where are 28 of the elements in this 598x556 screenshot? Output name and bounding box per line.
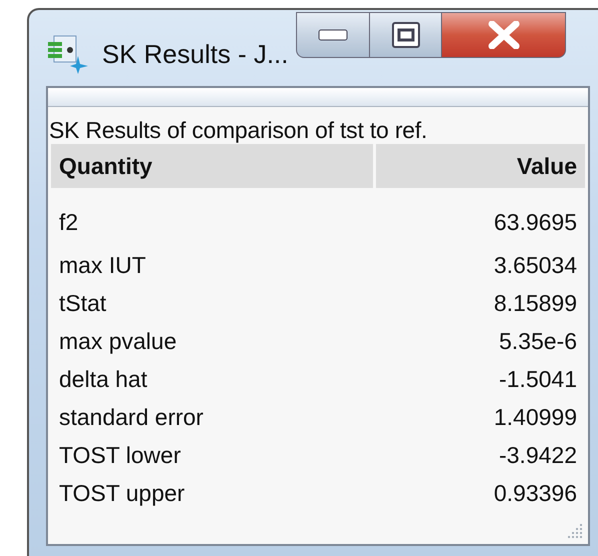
maximize-button[interactable]	[370, 12, 442, 58]
table-cell-text: -3.9422	[498, 440, 578, 470]
table-cell-text: standard error	[58, 402, 204, 432]
column-header: Quantity	[51, 144, 373, 188]
table-cell-text: 63.9695	[492, 208, 578, 236]
table-cell-text: 1.40999	[492, 402, 578, 432]
table-cell-text: 0.93396	[492, 478, 578, 508]
table-cell-text: f2	[58, 208, 80, 236]
close-icon	[486, 21, 521, 49]
minimize-button[interactable]	[296, 12, 370, 58]
table-cell-text: max IUT	[58, 250, 147, 280]
table-cell-text: 5.35e-6	[498, 326, 578, 356]
table-cell-text: max pvalue	[58, 326, 178, 356]
table-cell-text: TOST upper	[58, 478, 186, 508]
table-cell-text: tStat	[58, 288, 108, 318]
table-cell-text: TOST lower	[58, 440, 182, 470]
maximize-icon	[390, 21, 421, 49]
table-cell-text: delta hat	[58, 364, 148, 394]
window-title: SK Results - J...	[102, 38, 288, 70]
minimize-icon	[318, 29, 348, 41]
column-header: Value	[376, 144, 585, 188]
resize-grip-icon[interactable]	[568, 524, 584, 540]
table-cell-text: 8.15899	[492, 288, 578, 318]
close-button[interactable]	[442, 12, 566, 58]
caption: SK Results of comparison of tst to ref.	[49, 117, 428, 144]
table-cell-text: -1.5041	[498, 364, 578, 394]
app-icon	[46, 34, 90, 74]
table-cell-text: 3.65034	[492, 250, 578, 280]
